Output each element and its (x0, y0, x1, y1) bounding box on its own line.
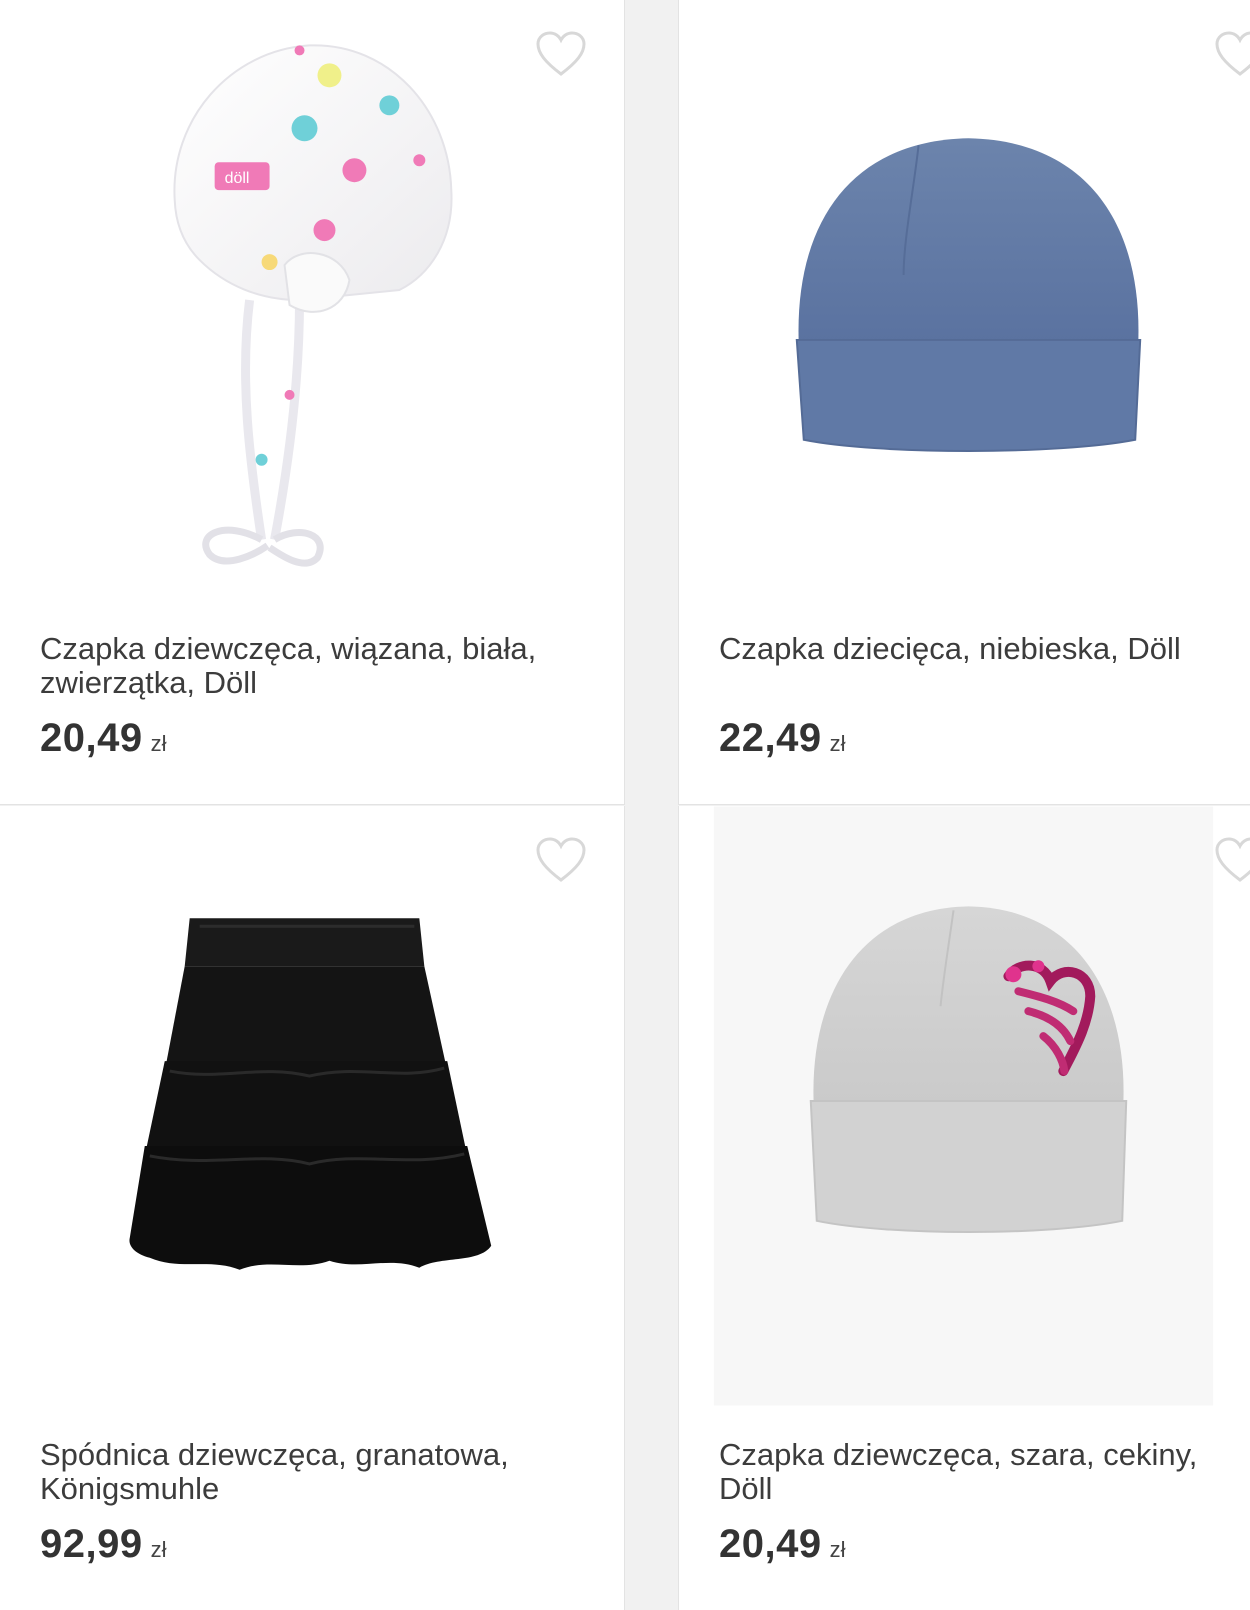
product-price: 92,99 zł (40, 1522, 167, 1567)
heart-outline-icon[interactable] (1214, 30, 1250, 78)
product-title[interactable]: Spódnica dziewczęca, granatowa, Königsmu… (40, 1438, 610, 1506)
heart-outline-icon[interactable] (535, 30, 587, 78)
product-title[interactable]: Czapka dziewczęca, szara, cekiny, Döll (719, 1438, 1249, 1506)
price-currency: zł (829, 731, 846, 756)
price-amount: 20,49 (719, 1522, 822, 1566)
price-currency: zł (150, 1537, 167, 1562)
price-currency: zł (829, 1537, 846, 1562)
heart-outline-icon[interactable] (1214, 836, 1250, 884)
product-title[interactable]: Czapka dziewczęca, wiązana, biała, zwier… (40, 632, 610, 700)
price-currency: zł (150, 731, 167, 756)
product-grid: döll Czapka dziewczęca, wiązana, biała, … (0, 0, 1250, 1610)
product-title[interactable]: Czapka dziecięca, niebieska, Döll (719, 632, 1249, 666)
svg-text:döll: döll (225, 170, 250, 187)
price-amount: 92,99 (40, 1522, 143, 1566)
product-price: 22,49 zł (719, 716, 846, 761)
product-image[interactable] (0, 806, 624, 1416)
product-image[interactable]: döll (0, 0, 624, 610)
product-card[interactable]: döll Czapka dziewczęca, wiązana, biała, … (0, 0, 625, 805)
product-price: 20,49 zł (719, 1522, 846, 1567)
heart-outline-icon[interactable] (535, 836, 587, 884)
product-price: 20,49 zł (40, 716, 167, 761)
product-card[interactable]: Spódnica dziewczęca, granatowa, Königsmu… (0, 806, 625, 1610)
product-card[interactable]: Czapka dziecięca, niebieska, Döll 22,49 z… (678, 0, 1250, 805)
price-amount: 22,49 (719, 716, 822, 760)
product-image[interactable] (679, 0, 1250, 610)
price-amount: 20,49 (40, 716, 143, 760)
product-image[interactable] (679, 806, 1250, 1416)
product-card[interactable]: Czapka dziewczęca, szara, cekiny, Döll 2… (678, 806, 1250, 1610)
